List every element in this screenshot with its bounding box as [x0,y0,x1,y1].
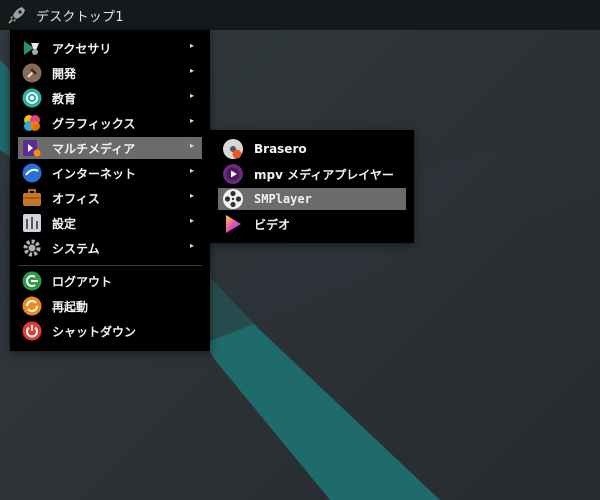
mpv-icon [223,164,243,184]
menu-item-label: 教育 [52,91,77,106]
submenu-arrow-icon: ▸ [189,141,194,150]
submenu-arrow-icon: ▸ [189,166,194,175]
smplayer-icon [223,189,243,209]
submenu-arrow-icon: ▸ [189,241,194,250]
top-panel: デスクトップ1 [0,0,600,30]
menu-item-multimedia[interactable]: マルチメディア ▸ [18,137,202,159]
accessories-icon [24,41,39,55]
menu-item-system[interactable]: システム ▸ [18,237,202,259]
submenu-arrow-icon: ▸ [189,116,194,125]
menu-item-label: インターネット [52,166,137,181]
submenu-item-label: mpv メディアプレイヤー [254,167,394,182]
submenu-item-mpv[interactable]: mpv メディアプレイヤー [218,163,406,185]
menu-item-accessories[interactable]: アクセサリ ▸ [18,37,202,59]
internet-icon [22,163,42,183]
submenu-item-label: Brasero [254,142,307,156]
submenu-item-video[interactable]: ビデオ [218,213,406,235]
menu-item-label: 開発 [52,66,77,81]
menu-item-graphics[interactable]: グラフィックス ▸ [18,112,202,134]
submenu-arrow-icon: ▸ [189,216,194,225]
menu-item-settings[interactable]: 設定 ▸ [18,212,202,234]
submenu-arrow-icon: ▸ [189,41,194,50]
menu-item-label: 再起動 [52,299,89,314]
menu-item-label: ログアウト [52,274,113,289]
multimedia-submenu: Brasero mpv メディアプレイヤー SMPlayer ビデオ [210,130,414,243]
development-icon [22,63,42,83]
menu-item-internet[interactable]: インターネット ▸ [18,162,202,184]
menu-item-shutdown[interactable]: シャットダウン [18,320,202,342]
menu-separator [18,265,202,266]
workspace-title[interactable]: デスクトップ1 [36,6,124,25]
application-menu: アクセサリ ▸ 開発 ▸ 教育 ▸ グラフィックス ▸ マルチメディア ▸ イン… [10,30,210,351]
restart-icon [22,296,42,316]
submenu-arrow-icon: ▸ [189,66,194,75]
menu-item-label: マルチメディア [52,141,136,156]
submenu-arrow-icon: ▸ [189,191,194,200]
menu-item-restart[interactable]: 再起動 [18,295,202,317]
logout-icon [22,271,42,291]
submenu-item-brasero[interactable]: Brasero [218,138,406,160]
rocket-icon[interactable] [6,4,28,26]
menu-item-label: グラフィックス [52,116,136,131]
menu-item-logout[interactable]: ログアウト [18,270,202,292]
settings-icon [23,214,41,232]
shutdown-icon [22,321,42,341]
menu-item-label: システム [52,241,100,256]
menu-item-label: オフィス [52,191,100,206]
menu-item-label: 設定 [52,216,77,231]
video-icon [226,215,241,233]
menu-item-education[interactable]: 教育 ▸ [18,87,202,109]
submenu-item-smplayer[interactable]: SMPlayer [218,188,406,210]
menu-item-development[interactable]: 開発 ▸ [18,62,202,84]
submenu-item-label: SMPlayer [254,192,312,206]
submenu-arrow-icon: ▸ [189,91,194,100]
education-icon [22,88,42,108]
submenu-item-label: ビデオ [254,217,291,232]
office-icon [23,189,41,206]
menu-item-label: アクセサリ [52,41,112,56]
brasero-icon [223,139,243,159]
graphics-icon [24,115,40,131]
multimedia-icon [23,140,41,157]
system-icon [23,239,41,257]
menu-item-office[interactable]: オフィス ▸ [18,187,202,209]
menu-item-label: シャットダウン [52,324,137,339]
